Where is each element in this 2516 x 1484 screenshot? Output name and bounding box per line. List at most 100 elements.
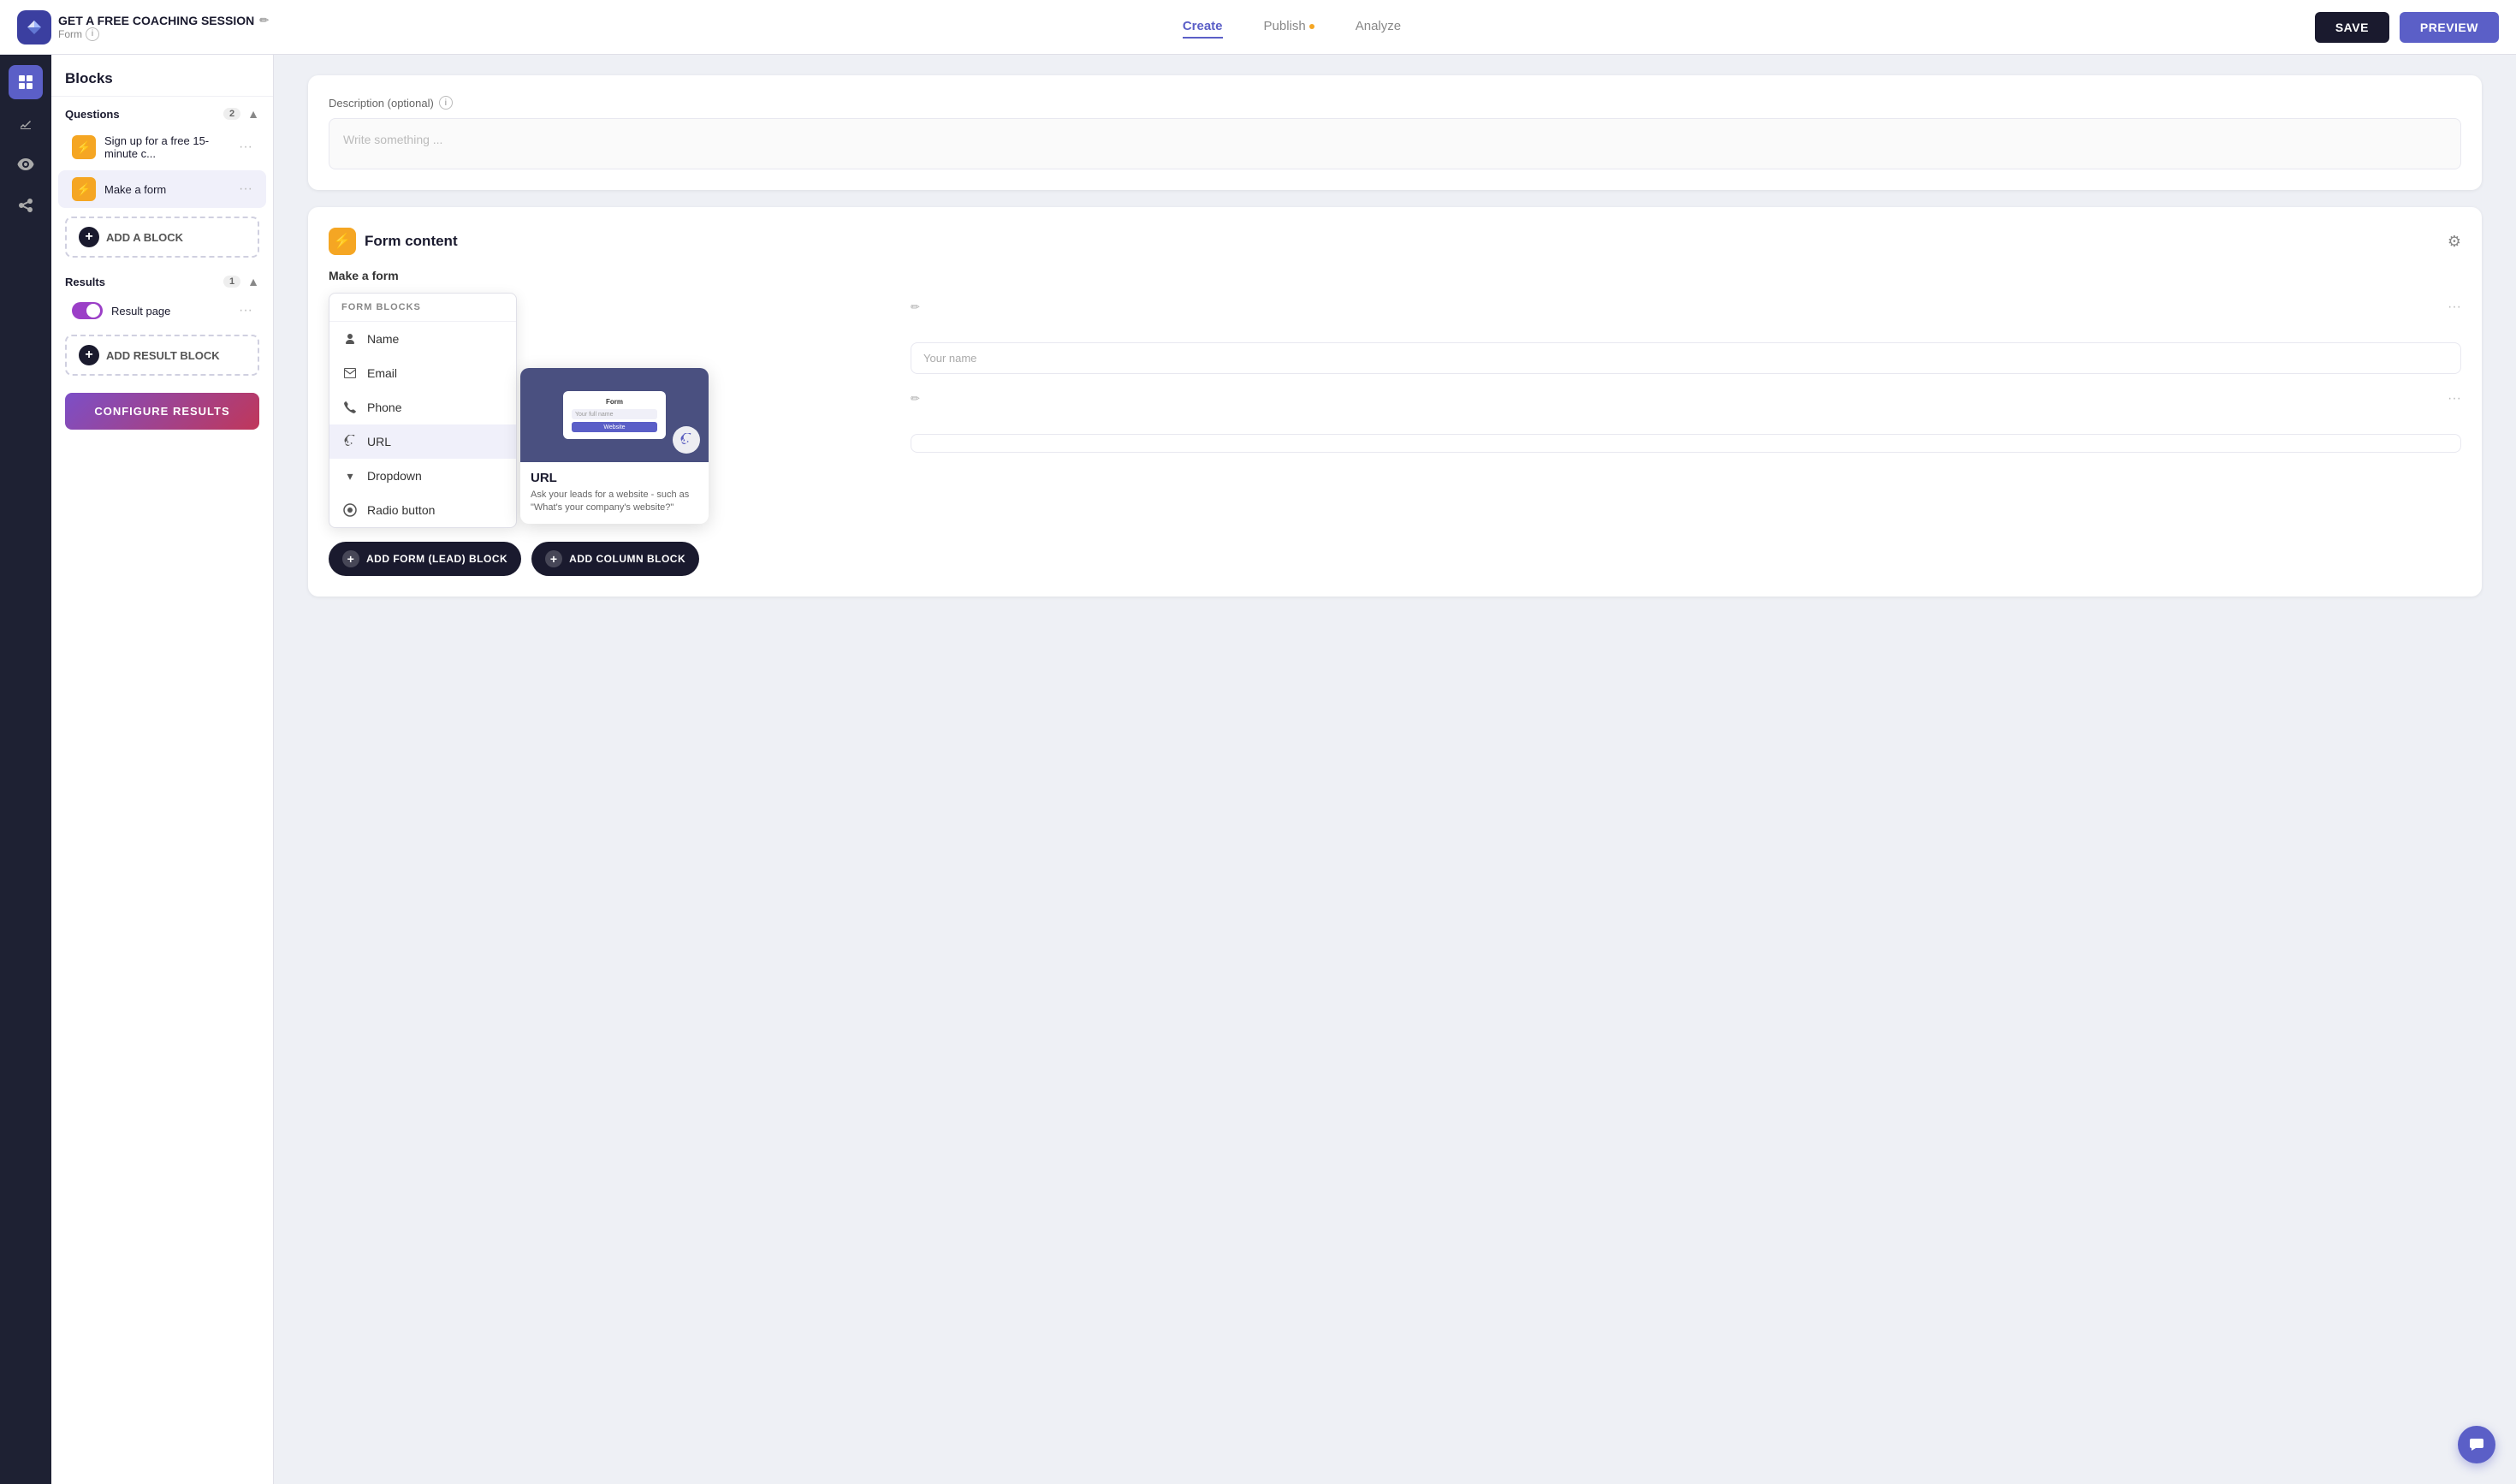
tooltip-badge (673, 426, 700, 454)
email-label: Email (367, 366, 397, 380)
form-block-name[interactable]: Name (329, 322, 516, 356)
form-blocks-title: FORM BLOCKS (329, 294, 516, 322)
preview-button[interactable]: PREVIEW (2400, 12, 2499, 43)
make-form-label: Make a form (329, 269, 2461, 282)
url-tooltip-title: URL (531, 471, 698, 485)
tab-publish[interactable]: Publish (1264, 15, 1314, 39)
form-block-dropdown[interactable]: ▾ Dropdown (329, 459, 516, 493)
q1-label: Sign up for a free 15-minute c... (104, 134, 230, 160)
topnav-actions: SAVE PREVIEW (2315, 12, 2499, 43)
logo-area: GET A FREE COACHING SESSION ✏ Form i (17, 10, 269, 45)
main-content: Description (optional) i Write something… (274, 55, 2516, 1484)
icon-bar-blocks[interactable] (9, 65, 43, 99)
edit-icon-1[interactable]: ✏ (911, 300, 920, 314)
phone-icon (341, 399, 359, 416)
results-label: Results (65, 276, 105, 288)
tab-create[interactable]: Create (1183, 15, 1223, 39)
radio-icon (341, 502, 359, 519)
plus-circle-result-icon: + (79, 345, 99, 365)
topnav: GET A FREE COACHING SESSION ✏ Form i Cre… (0, 0, 2516, 55)
preview-title: Form (572, 398, 657, 406)
more-icon-1[interactable]: ··· (2448, 300, 2461, 315)
questions-section-header: Questions 2 ▲ (51, 97, 273, 126)
plus-sm-icon-1: + (342, 550, 359, 567)
description-info-icon[interactable]: i (439, 96, 453, 110)
result-page-icon (72, 302, 103, 319)
icon-bar-share[interactable] (9, 188, 43, 223)
info-icon[interactable]: i (86, 27, 99, 41)
tab-analyze[interactable]: Analyze (1356, 15, 1401, 39)
preview-website-field: Website (572, 422, 657, 432)
icon-bar (0, 55, 51, 1484)
result-page-more[interactable]: ··· (239, 303, 252, 318)
form-content-gear[interactable]: ⚙ (2448, 233, 2461, 251)
form-blocks-list: FORM BLOCKS Name Email (329, 293, 517, 528)
icon-bar-style[interactable] (9, 106, 43, 140)
form-content-card: ⚡ Form content ⚙ Make a form FORM BLOCKS… (308, 207, 2482, 597)
sidebar-title: Blocks (51, 55, 273, 97)
form-content-header: ⚡ Form content ⚙ (329, 228, 2461, 255)
form-bottom-buttons: + ADD FORM (LEAD) BLOCK + ADD COLUMN BLO… (329, 542, 2461, 576)
form-block-radio[interactable]: Radio button (329, 493, 516, 527)
form-content-icon: ⚡ (329, 228, 356, 255)
results-toggle[interactable]: ▲ (247, 275, 259, 288)
questions-toggle[interactable]: ▲ (247, 107, 259, 121)
q1-icon: ⚡ (72, 135, 96, 159)
add-block-button[interactable]: + ADD A BLOCK (65, 217, 259, 258)
edit-title-icon[interactable]: ✏ (259, 14, 269, 27)
sidebar-item-q1[interactable]: ⚡ Sign up for a free 15-minute c... ··· (58, 128, 266, 167)
url-label: URL (367, 435, 391, 448)
form-row-2 (911, 434, 2461, 453)
app-subtitle: Form (58, 28, 82, 40)
email-icon (341, 365, 359, 382)
sidebar: Blocks Questions 2 ▲ ⚡ Sign up for a fre… (51, 55, 274, 1484)
publish-dot (1309, 24, 1314, 29)
add-block-label: ADD A BLOCK (106, 231, 183, 244)
configure-results-button[interactable]: CONFIGURE RESULTS (65, 393, 259, 430)
main-layout: Blocks Questions 2 ▲ ⚡ Sign up for a fre… (0, 55, 2516, 1484)
form-content-title: ⚡ Form content (329, 228, 458, 255)
app-title: GET A FREE COACHING SESSION (58, 14, 254, 27)
nav-tabs: Create Publish Analyze (282, 15, 2301, 39)
description-input[interactable]: Write something ... (329, 118, 2461, 169)
dropdown-label: Dropdown (367, 469, 422, 483)
more-icon-2[interactable]: ··· (2448, 391, 2461, 407)
q2-label: Make a form (104, 183, 230, 196)
form-preview: Form Your full name Website (563, 391, 666, 439)
plus-circle-icon: + (79, 227, 99, 247)
form-row-actions-1: ✏ ··· (911, 293, 2461, 322)
url-tooltip-body: URL Ask your leads for a website - such … (520, 462, 709, 524)
q2-more[interactable]: ··· (239, 181, 252, 197)
url-icon (341, 433, 359, 450)
sidebar-item-q2[interactable]: ⚡ Make a form ··· (58, 170, 266, 208)
add-result-block-button[interactable]: + ADD RESULT BLOCK (65, 335, 259, 376)
plus-sm-icon-2: + (545, 550, 562, 567)
form-block-email[interactable]: Email (329, 356, 516, 390)
url-tooltip: Form Your full name Website (520, 368, 709, 524)
phone-label: Phone (367, 401, 401, 414)
form-row-actions-2: ✏ ··· (911, 384, 2461, 413)
sidebar-item-result-page[interactable]: Result page ··· (58, 295, 266, 326)
q1-more[interactable]: ··· (239, 139, 252, 155)
logo-icon (17, 10, 51, 45)
save-button[interactable]: SAVE (2315, 12, 2389, 43)
edit-icon-2[interactable]: ✏ (911, 392, 920, 406)
form-block-phone[interactable]: Phone (329, 390, 516, 424)
add-form-lead-block-button[interactable]: + ADD FORM (LEAD) BLOCK (329, 542, 521, 576)
add-result-label: ADD RESULT BLOCK (106, 349, 220, 362)
app-title-block: GET A FREE COACHING SESSION ✏ Form i (58, 14, 269, 41)
form-blocks-container: FORM BLOCKS Name Email (329, 293, 2461, 528)
results-section-header: Results 1 ▲ (51, 264, 273, 294)
form-row-1-placeholder: Your name (923, 352, 976, 365)
add-column-block-button[interactable]: + ADD COLUMN BLOCK (531, 542, 699, 576)
form-block-url[interactable]: URL (329, 424, 516, 459)
name-icon (341, 330, 359, 347)
q2-icon: ⚡ (72, 177, 96, 201)
description-card: Description (optional) i Write something… (308, 75, 2482, 190)
result-page-label: Result page (111, 305, 230, 318)
results-count: 1 (223, 276, 240, 288)
icon-bar-settings[interactable] (9, 147, 43, 181)
chat-bubble[interactable] (2458, 1426, 2495, 1463)
questions-count: 2 (223, 108, 240, 120)
questions-label: Questions (65, 108, 120, 121)
